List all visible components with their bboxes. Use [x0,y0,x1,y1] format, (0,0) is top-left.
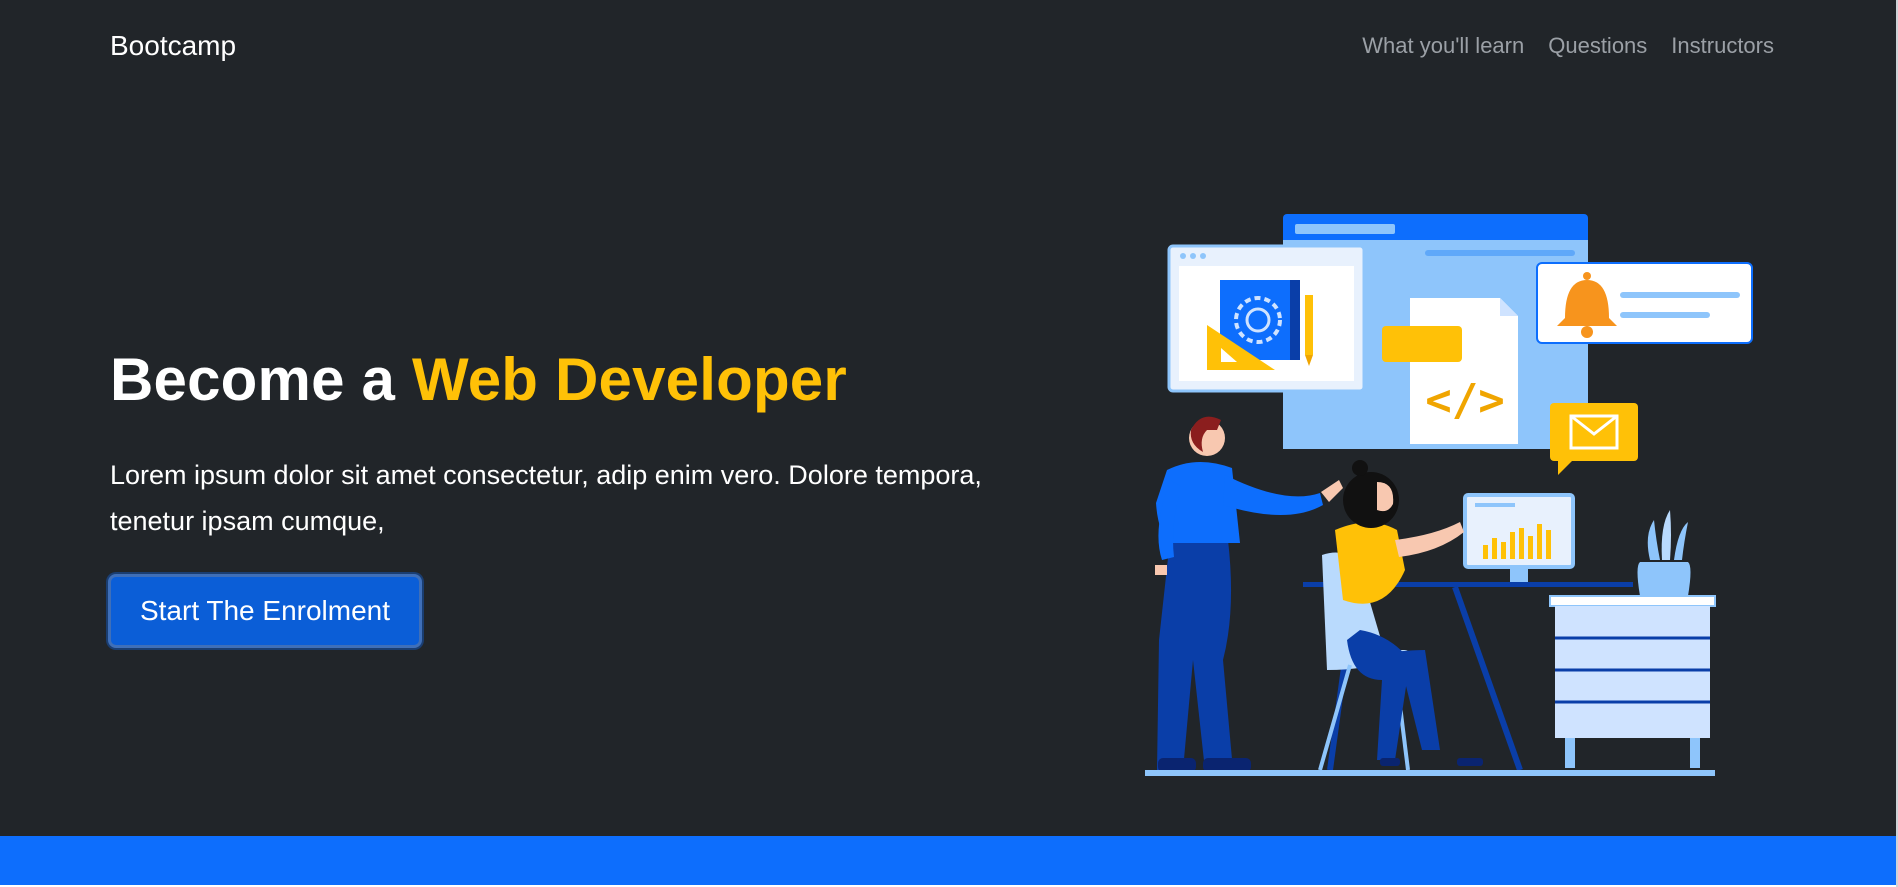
page: Bootcamp What you'll learn Questions Ins… [0,0,1898,887]
notification-card [1536,262,1753,344]
navbar-brand[interactable]: Bootcamp [110,30,236,62]
drawer-cabinet [1549,595,1716,768]
hero-title-prefix: Become a [110,346,412,413]
nav-link-what-youll-learn[interactable]: What you'll learn [1362,33,1524,59]
hero-title-highlight: Web Developer [411,346,847,413]
code-symbol: </> [1425,375,1504,426]
man-figure [1155,416,1343,772]
plant [1637,510,1691,596]
floor-line [1145,770,1715,776]
start-enrolment-button[interactable]: Start The Enrolment [108,574,422,648]
hero-description: Lorem ipsum dolor sit amet consectetur, … [110,460,982,536]
next-section-band [0,836,1896,885]
nav-link-questions[interactable]: Questions [1548,33,1647,59]
hero-illustration: </> [1145,214,1753,776]
nav-link-instructors[interactable]: Instructors [1671,33,1774,59]
monitor [1463,493,1575,582]
envelope-icon [1550,403,1638,475]
hero-title: Become a Web Developer [110,345,847,414]
navbar-links: What you'll learn Questions Instructors [1362,33,1774,59]
blueprint-card [1167,244,1366,393]
